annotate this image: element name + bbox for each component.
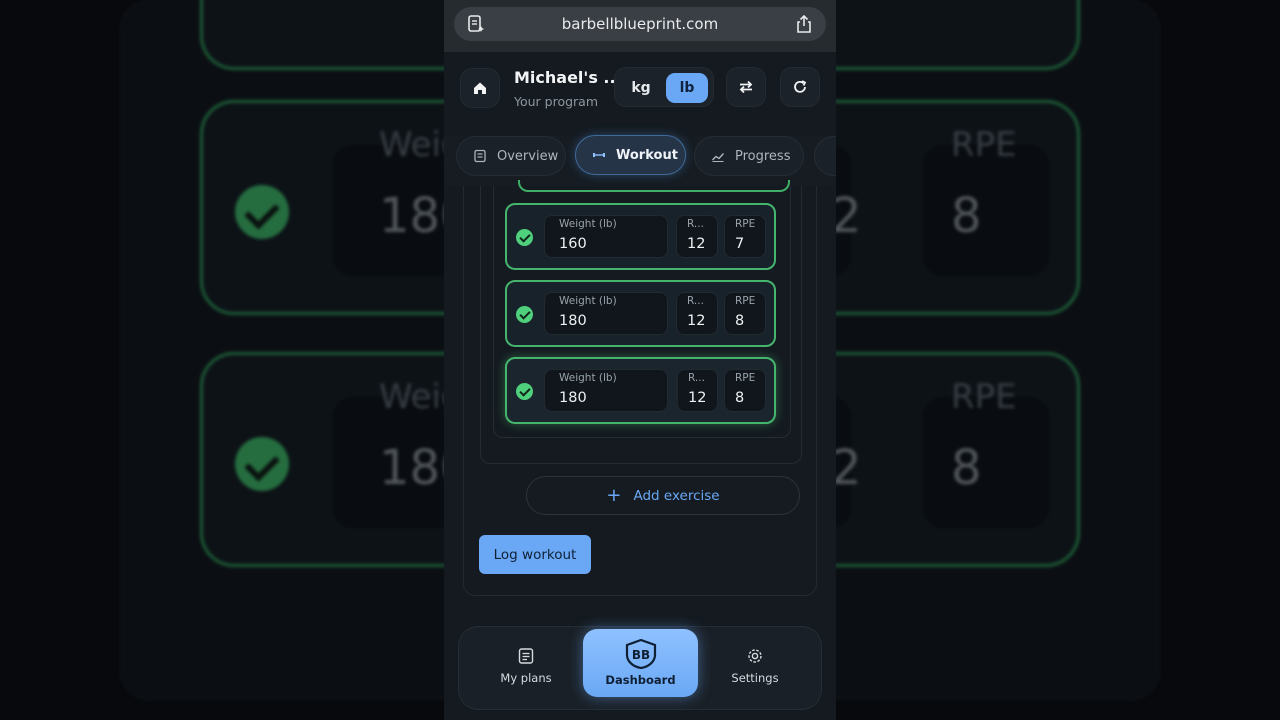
dumbbell-icon [593, 153, 605, 157]
reps-field[interactable]: R... 12 [677, 369, 718, 412]
phone-frame: barbellblueprint.com Michael's ... Your … [444, 0, 836, 720]
tab-overview[interactable]: Overview [456, 136, 566, 176]
bb-logo-icon: BB [625, 639, 656, 669]
section-tabs: Overview Workout Progress [444, 135, 836, 186]
add-exercise-label: Add exercise [633, 487, 720, 504]
address-bar[interactable]: barbellblueprint.com [454, 7, 826, 41]
svg-text:BB: BB [631, 648, 649, 662]
refresh-button[interactable] [780, 67, 820, 107]
rpe-value: 7 [735, 236, 745, 252]
page-menu-icon[interactable] [466, 14, 486, 34]
rpe-field[interactable]: RPE 8 [724, 369, 766, 412]
home-button[interactable] [460, 68, 500, 108]
program-subtitle: Your program [514, 94, 599, 109]
backdrop-check-icon [235, 437, 289, 491]
log-workout-button[interactable]: Log workout [479, 535, 591, 574]
set-row: Weight (lb) 160 R... 12 RPE 7 [505, 203, 776, 270]
url-text: barbellblueprint.com [561, 15, 719, 33]
rpe-label: RPE [735, 372, 756, 384]
plans-document-icon [518, 648, 534, 664]
unit-kg-button[interactable]: kg [620, 73, 662, 103]
add-exercise-button[interactable]: + Add exercise [526, 476, 800, 515]
tab-more-partial[interactable] [814, 136, 836, 176]
nav-settings-label: Settings [731, 671, 779, 685]
nav-my-plans-label: My plans [500, 671, 552, 685]
share-icon[interactable] [794, 14, 814, 34]
reps-field[interactable]: R... 12 [676, 215, 718, 258]
app-viewport: Michael's ... Your program kg lb Overvie… [444, 52, 836, 720]
weight-field[interactable]: Weight (lb) 180 [544, 369, 668, 412]
plus-icon: + [606, 485, 622, 506]
check-circle-icon[interactable] [516, 306, 533, 323]
unit-toggle: kg lb [614, 67, 714, 107]
screen: Weig 180 2 RPE 8 Weig 180 2 RPE 8 barbel… [0, 0, 1280, 720]
reps-label: R... [687, 218, 704, 230]
rpe-value: 8 [735, 313, 745, 329]
set-row-partial [518, 180, 790, 192]
backdrop-rpe-value: 8 [951, 440, 982, 496]
weight-label: Weight (lb) [559, 218, 617, 230]
rpe-value: 8 [735, 390, 745, 406]
nav-settings[interactable]: Settings [700, 631, 810, 701]
backdrop-rpe-label: RPE [951, 125, 1017, 165]
reps-value: 12 [687, 313, 706, 329]
document-icon [474, 149, 486, 163]
reps-value: 12 [687, 236, 706, 252]
weight-value: 160 [559, 236, 587, 252]
tab-overview-label: Overview [497, 148, 559, 164]
nav-dashboard[interactable]: BB Dashboard [583, 629, 698, 697]
app-header: Michael's ... Your program kg lb [460, 66, 820, 112]
weight-label: Weight (lb) [559, 372, 617, 384]
weight-value: 180 [559, 390, 587, 406]
reps-field[interactable]: R... 12 [676, 292, 718, 335]
weight-field[interactable]: Weight (lb) 160 [544, 215, 668, 258]
backdrop-check-icon [235, 185, 289, 239]
check-circle-icon[interactable] [516, 383, 533, 400]
set-row: Weight (lb) 180 R... 12 RPE 8 [505, 357, 776, 424]
reps-label: R... [687, 295, 704, 307]
weight-label: Weight (lb) [559, 295, 617, 307]
rpe-label: RPE [735, 295, 756, 307]
nav-my-plans[interactable]: My plans [471, 631, 581, 701]
home-icon [474, 82, 486, 94]
trend-chart-icon [712, 153, 725, 162]
reps-value: 12 [688, 390, 707, 406]
bottom-nav: My plans BB Dashboard Settings [458, 626, 822, 710]
refresh-icon [794, 80, 807, 93]
swap-button[interactable] [726, 67, 766, 107]
unit-lb-button[interactable]: lb [666, 73, 708, 103]
weight-field[interactable]: Weight (lb) 180 [544, 292, 668, 335]
reps-label: R... [688, 372, 705, 384]
gear-icon [748, 649, 762, 663]
tab-progress[interactable]: Progress [694, 136, 804, 176]
rpe-label: RPE [735, 218, 756, 230]
check-circle-icon[interactable] [516, 229, 533, 246]
backdrop-rpe-value: 8 [951, 188, 982, 244]
weight-value: 180 [559, 313, 587, 329]
set-row: Weight (lb) 180 R... 12 RPE 8 [505, 280, 776, 347]
tab-workout[interactable]: Workout [575, 135, 686, 175]
tab-workout-label: Workout [616, 147, 678, 163]
swap-arrows-icon [739, 80, 753, 94]
backdrop-rpe-label: RPE [951, 377, 1017, 417]
rpe-field[interactable]: RPE 7 [724, 215, 766, 258]
nav-dashboard-label: Dashboard [605, 673, 676, 687]
workout-card: Weight (lb) 160 R... 12 RPE 7 Weight (lb… [463, 180, 817, 596]
program-title: Michael's ... [514, 68, 622, 87]
tab-progress-label: Progress [735, 148, 791, 164]
rpe-field[interactable]: RPE 8 [724, 292, 766, 335]
